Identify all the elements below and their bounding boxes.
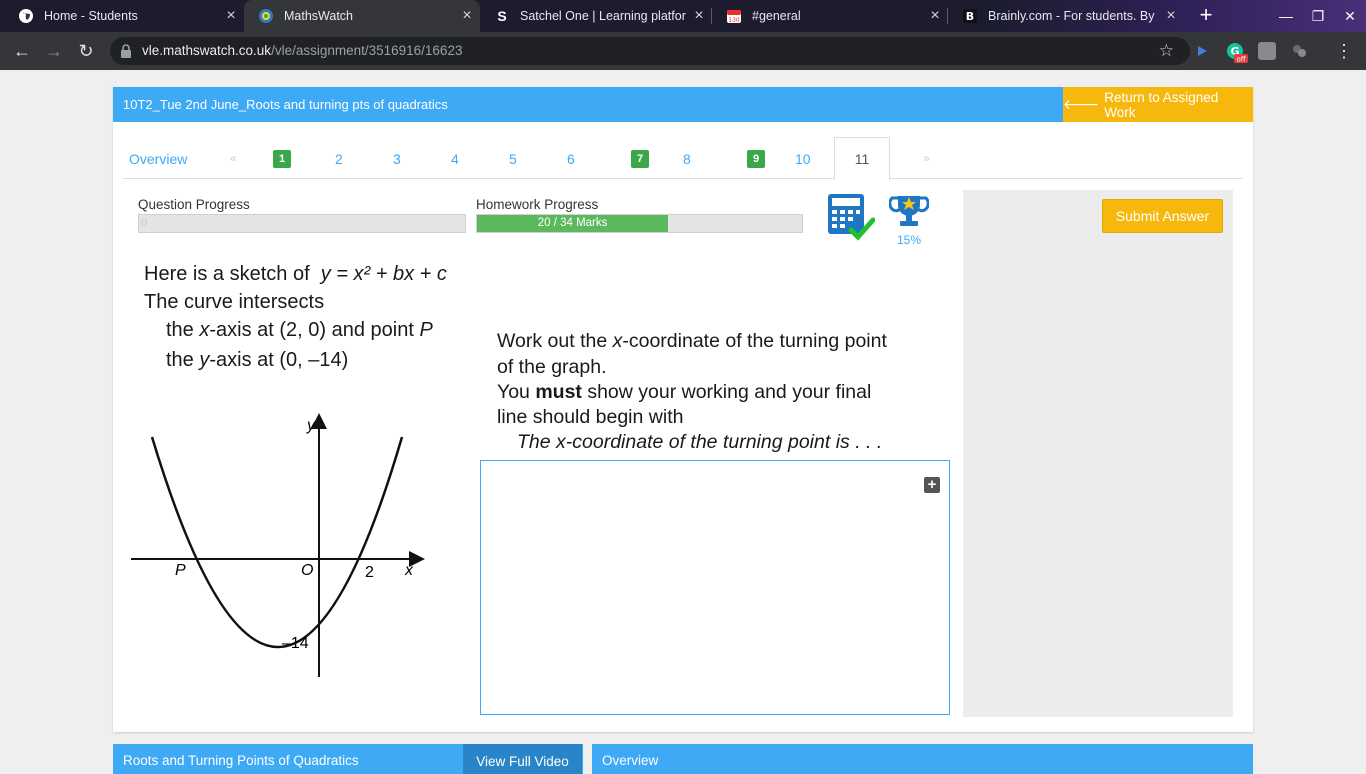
overview-section-header: Overview — [592, 744, 1253, 774]
page-body: 10T2_Tue 2nd June_Roots and turning pts … — [0, 70, 1366, 774]
tab-question-11[interactable]: 11 — [834, 137, 890, 180]
bookmark-star-icon[interactable]: ☆ — [1159, 41, 1174, 61]
overview-section-title: Overview — [602, 753, 659, 768]
return-to-assigned-work-button[interactable]: 🡐 Return to Assigned Work — [1063, 87, 1253, 122]
globe-icon — [18, 8, 34, 24]
question-line-3: the x-axis at (2, 0) and point P — [166, 319, 433, 341]
homework-progress-bar: 20 / 34 Marks — [476, 214, 803, 233]
y-intercept-label: –14 — [282, 635, 309, 652]
y-axis-label: y — [306, 417, 316, 434]
tab-question-8[interactable]: 8 — [683, 151, 691, 167]
add-plus-icon[interactable]: + — [924, 477, 940, 493]
tab-question-1[interactable]: 1 — [273, 150, 291, 168]
browser-menu-icon[interactable]: ⋮ — [1334, 41, 1354, 61]
calculator-allowed-icon — [828, 194, 875, 241]
url-text: vle.mathswatch.co.uk/vle/assignment/3516… — [142, 43, 463, 58]
tab-question-2[interactable]: 2 — [335, 151, 343, 167]
x-axis-label: x — [404, 562, 414, 579]
svg-text:off: off — [1236, 56, 1245, 64]
trophy-percentage: 15% — [896, 233, 922, 247]
task-line-3: You must show your working and your fina… — [497, 381, 872, 403]
tab-title: Brainly.com - For students. By s — [988, 9, 1158, 23]
task-line-1: Work out the x-coordinate of the turning… — [497, 330, 887, 352]
new-tab-button[interactable]: + — [1194, 4, 1218, 28]
assignment-title: 10T2_Tue 2nd June_Roots and turning pts … — [123, 97, 448, 112]
question-line-1: Here is a sketch of y = x² + bx + c — [144, 263, 447, 285]
tab-title: Home - Students — [44, 9, 138, 23]
assignment-header: 10T2_Tue 2nd June_Roots and turning pts … — [113, 87, 1253, 122]
translate-extension-icon[interactable] — [1290, 42, 1308, 60]
origin-label: O — [301, 562, 313, 579]
tab-question-7[interactable]: 7 — [631, 150, 649, 168]
brainly-icon: B — [962, 8, 978, 24]
browser-tab-general[interactable]: 130 #general × — [712, 0, 948, 32]
tab-title: MathsWatch — [284, 9, 354, 23]
task-line-4: line should begin with — [497, 406, 684, 428]
close-tab-icon[interactable]: × — [686, 7, 712, 25]
homework-progress-label: Homework Progress — [476, 197, 599, 212]
reload-icon[interactable]: ↻ — [76, 41, 96, 61]
browser-tab-bar: Home - Students × MathsWatch × S Satchel… — [0, 0, 1366, 32]
homework-progress-text: 20 / 34 Marks — [537, 217, 608, 229]
answer-side-panel: Submit Answer — [963, 190, 1233, 717]
tab-question-5[interactable]: 5 — [509, 151, 517, 167]
assignment-card: 10T2_Tue 2nd June_Roots and turning pts … — [113, 87, 1253, 732]
question-line-2: The curve intersects — [144, 291, 325, 313]
point-p-label: P — [175, 562, 186, 579]
play-extension-icon[interactable] — [1193, 42, 1211, 60]
task-line-2: of the graph. — [497, 356, 607, 378]
question-navigation: Overview « 1 2 3 4 5 6 7 8 9 10 11 » — [123, 137, 1243, 180]
arrow-left-icon: 🡐 — [1063, 96, 1100, 112]
close-tab-icon[interactable]: × — [454, 7, 480, 25]
tab-overview[interactable]: Overview — [129, 151, 187, 167]
close-tab-icon[interactable]: × — [218, 7, 244, 25]
view-full-video-button[interactable]: View Full Video — [463, 744, 582, 774]
tab-question-4[interactable]: 4 — [451, 151, 459, 167]
tab-title: #general — [752, 9, 801, 23]
task-line-5: The x-coordinate of the turning point is… — [517, 431, 883, 453]
x-intercept-label: 2 — [365, 564, 374, 581]
question-progress-bar: 0 — [138, 214, 466, 233]
close-tab-icon[interactable]: × — [922, 7, 948, 25]
minimize-icon[interactable]: — — [1270, 0, 1302, 32]
lock-icon — [121, 44, 131, 58]
forward-arrow-icon[interactable]: → — [44, 41, 64, 61]
address-bar[interactable]: vle.mathswatch.co.uk/vle/assignment/3516… — [110, 37, 1190, 65]
tab-question-10[interactable]: 10 — [795, 151, 811, 167]
prev-question-icon[interactable]: « — [230, 151, 237, 165]
grammarly-extension-icon[interactable]: Goff — [1226, 42, 1248, 64]
tab-title: Satchel One | Learning platform — [520, 9, 686, 23]
question-progress-value: 0 — [141, 217, 148, 229]
close-tab-icon[interactable]: × — [1158, 7, 1184, 25]
restore-icon[interactable]: ❐ — [1302, 0, 1334, 32]
calendar-icon: 130 — [726, 8, 742, 24]
question-progress-label: Question Progress — [138, 197, 250, 212]
answer-input-area[interactable]: + — [480, 460, 950, 715]
browser-tab-satchel[interactable]: S Satchel One | Learning platform × — [480, 0, 712, 32]
video-section-title: Roots and Turning Points of Quadratics — [123, 753, 359, 768]
question-line-4: the y-axis at (0, –14) — [166, 349, 349, 371]
trophy-icon — [889, 196, 929, 226]
svg-text:130: 130 — [728, 17, 740, 24]
close-window-icon[interactable]: ✕ — [1334, 0, 1366, 32]
video-section-header: Roots and Turning Points of Quadratics V… — [113, 744, 583, 774]
satchel-icon: S — [497, 8, 507, 24]
browser-tab-home-students[interactable]: Home - Students × — [4, 0, 244, 32]
browser-tab-mathswatch[interactable]: MathsWatch × — [244, 0, 480, 32]
quadratic-sketch: y x O P 2 –14 — [131, 413, 425, 677]
tab-question-3[interactable]: 3 — [393, 151, 401, 167]
parabola-curve — [150, 436, 404, 649]
tab-question-9[interactable]: 9 — [747, 150, 765, 168]
svg-text:B: B — [966, 10, 974, 23]
puzzle-extension-icon[interactable] — [1258, 42, 1276, 60]
submit-answer-button[interactable]: Submit Answer — [1102, 199, 1223, 233]
mathswatch-icon — [258, 8, 274, 24]
next-question-icon[interactable]: » — [923, 151, 930, 165]
back-arrow-icon[interactable]: ← — [12, 41, 32, 61]
tab-question-6[interactable]: 6 — [567, 151, 575, 167]
browser-tab-brainly[interactable]: B Brainly.com - For students. By s × — [948, 0, 1184, 32]
